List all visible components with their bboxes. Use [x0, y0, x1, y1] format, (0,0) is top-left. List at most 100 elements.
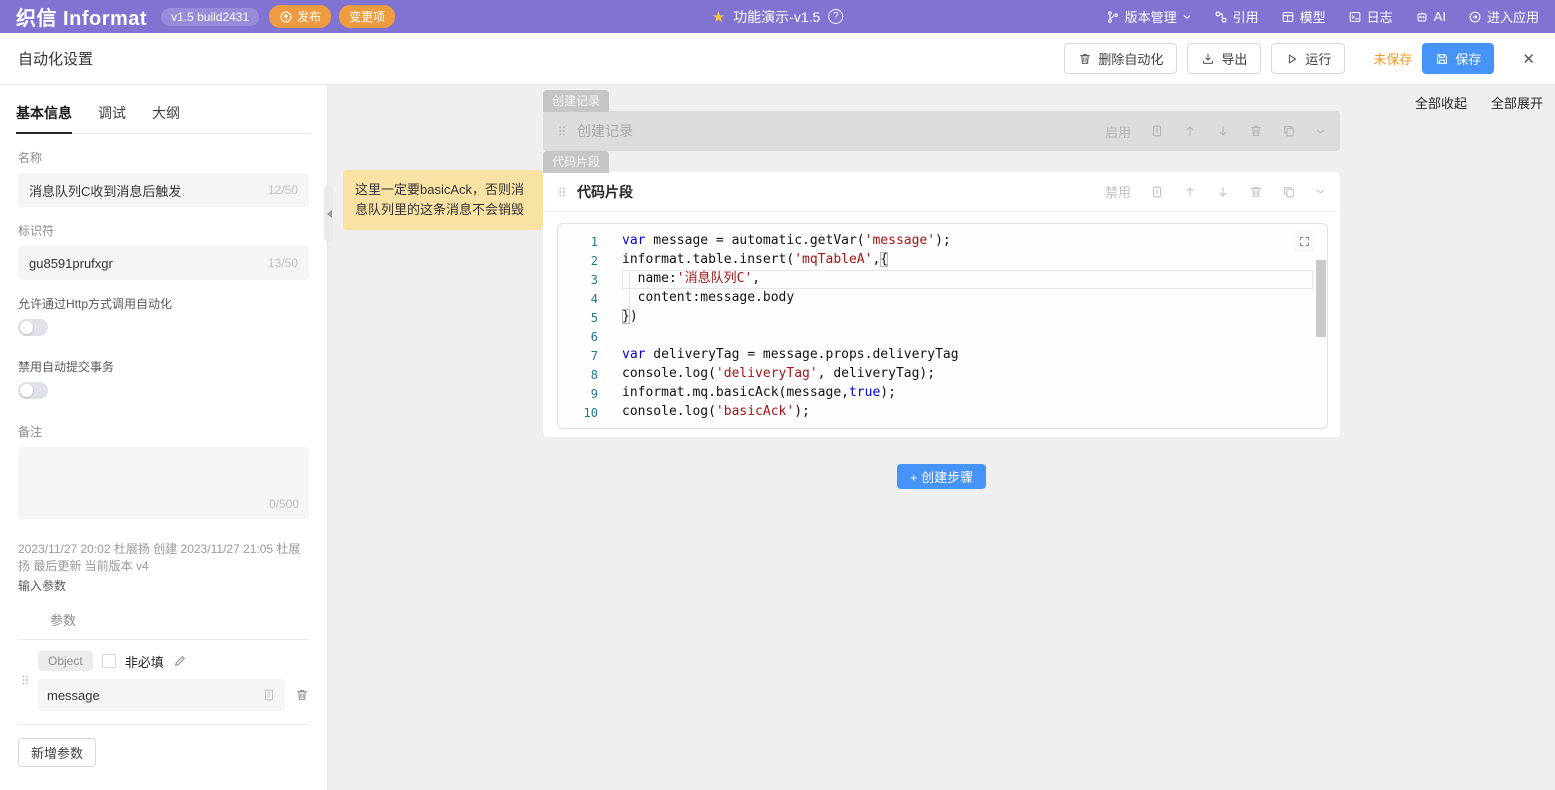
name-value: 消息队列C收到消息后触发: [29, 181, 268, 200]
identifier-counter: 13/50: [268, 256, 298, 270]
tab-outline[interactable]: 大纲: [152, 99, 180, 133]
http-toggle[interactable]: [18, 319, 48, 336]
code-line: 6: [558, 327, 1313, 346]
menu-models[interactable]: 模型: [1281, 7, 1326, 26]
drag-handle-icon[interactable]: [557, 124, 567, 138]
note-icon[interactable]: [1150, 124, 1164, 138]
param-name-input[interactable]: message: [38, 679, 285, 711]
trash-icon: [1078, 52, 1092, 66]
fullscreen-icon[interactable]: [1293, 230, 1315, 252]
tab-basic-info[interactable]: 基本信息: [16, 99, 72, 133]
help-icon[interactable]: ?: [828, 9, 843, 24]
identifier-input[interactable]: gu8591prufxgr 13/50: [18, 246, 309, 280]
http-toggle-label: 允许通过Http方式调用自动化: [18, 295, 309, 312]
step-header-code-snippet[interactable]: 代码片段 禁用: [543, 172, 1340, 212]
menu-logs[interactable]: 日志: [1348, 7, 1393, 26]
app-title-area: ★ 功能演示-v1.5 ?: [712, 7, 844, 27]
save-button[interactable]: 保存: [1422, 43, 1494, 74]
code-line: 5}): [558, 308, 1313, 327]
sidebar-tabs: 基本信息 调试 大纲: [16, 99, 311, 134]
delete-step-icon[interactable]: [1249, 185, 1263, 199]
run-button[interactable]: 运行: [1271, 43, 1345, 74]
menu-references[interactable]: 引用: [1214, 7, 1259, 26]
drag-handle-icon[interactable]: [20, 673, 30, 687]
identifier-label: 标识符: [18, 222, 309, 239]
cloud-upload-icon: [279, 10, 293, 24]
param-type-badge[interactable]: Object: [38, 651, 93, 671]
line-number: 1: [558, 232, 598, 251]
changes-label: 变更项: [349, 8, 385, 25]
annotation-note: 这里一定要basicAck，否则消息队列里的这条消息不会销毁: [343, 170, 543, 230]
copy-icon[interactable]: [1282, 185, 1296, 199]
enter-app-icon: [1468, 10, 1482, 24]
note-icon[interactable]: [1150, 185, 1164, 199]
step-title: 代码片段: [577, 182, 633, 202]
create-step-button[interactable]: + 创建步骤: [897, 464, 986, 489]
line-number: 6: [558, 327, 598, 346]
save-label: 保存: [1455, 49, 1481, 68]
optional-checkbox[interactable]: [102, 654, 116, 668]
move-up-icon[interactable]: [1183, 185, 1197, 199]
step-create-record: 创建记录 创建记录 启用: [543, 90, 1340, 151]
edit-icon[interactable]: [173, 654, 187, 668]
line-number: 8: [558, 365, 598, 384]
code-line: 4 content:message.body: [558, 289, 1313, 308]
save-icon: [1435, 52, 1449, 66]
tab-debug[interactable]: 调试: [98, 99, 126, 133]
line-content: }): [622, 308, 1313, 327]
line-content: informat.mq.basicAck(message,true);: [622, 384, 1313, 403]
ai-icon: [1415, 10, 1429, 24]
line-content: name:'消息队列C',: [622, 270, 1313, 289]
add-param-button[interactable]: 新增参数: [18, 738, 96, 767]
file-icon[interactable]: [262, 688, 276, 702]
move-down-icon[interactable]: [1216, 124, 1230, 138]
menu-ai[interactable]: AI: [1415, 9, 1446, 24]
remark-counter: 0/500: [269, 497, 299, 511]
branch-icon: [1106, 10, 1120, 24]
menu-label: 日志: [1367, 7, 1393, 26]
line-number: 7: [558, 346, 598, 365]
menu-enter-app[interactable]: 进入应用: [1468, 7, 1539, 26]
play-icon: [1285, 52, 1299, 66]
collapse-step-icon[interactable]: [1315, 186, 1326, 197]
collapse-all-link[interactable]: 全部收起: [1415, 93, 1467, 112]
line-number: 5: [558, 308, 598, 327]
expand-all-link[interactable]: 全部展开: [1491, 93, 1543, 112]
divider: [18, 724, 309, 725]
copy-icon[interactable]: [1282, 124, 1296, 138]
export-button[interactable]: 导出: [1187, 43, 1261, 74]
transaction-toggle[interactable]: [18, 382, 48, 399]
collapse-step-icon[interactable]: [1315, 126, 1326, 137]
download-icon: [1201, 52, 1215, 66]
table-icon: [1281, 10, 1295, 24]
close-icon[interactable]: ✕: [1522, 50, 1535, 68]
publish-button[interactable]: 发布: [269, 5, 331, 28]
move-up-icon[interactable]: [1183, 124, 1197, 138]
disable-toggle-link[interactable]: 禁用: [1105, 182, 1131, 201]
delete-param-icon[interactable]: [295, 688, 309, 702]
app-title: 功能演示-v1.5: [733, 7, 820, 27]
input-params-label: 输入参数: [18, 577, 309, 594]
run-label: 运行: [1305, 49, 1331, 68]
delete-step-icon[interactable]: [1249, 124, 1263, 138]
editor-scrollbar[interactable]: [1316, 260, 1326, 337]
code-editor[interactable]: 1var message = automatic.getVar('message…: [557, 223, 1328, 429]
params-section-header: 参数: [50, 610, 309, 629]
name-input[interactable]: 消息队列C收到消息后触发 12/50: [18, 173, 309, 207]
code-line: 3 name:'消息队列C',: [558, 270, 1313, 289]
step-header-create-record[interactable]: 创建记录 启用: [543, 111, 1340, 151]
drag-handle-icon[interactable]: [557, 185, 567, 199]
move-down-icon[interactable]: [1216, 185, 1230, 199]
changes-button[interactable]: 变更项: [339, 5, 395, 28]
sidebar-collapse-handle[interactable]: [324, 185, 333, 242]
menu-version-management[interactable]: 版本管理: [1106, 7, 1192, 26]
audit-meta: 2023/11/27 20:02 杜展扬 创建 2023/11/27 21:05…: [18, 541, 309, 575]
topbar-menu: 版本管理 引用 模型 日志 AI 进入应用: [1106, 7, 1539, 26]
enable-toggle-link[interactable]: 启用: [1105, 122, 1131, 141]
line-content: var deliveryTag = message.props.delivery…: [622, 346, 1313, 365]
remark-textarea[interactable]: 0/500: [18, 447, 309, 519]
app-logo: 织信 Informat: [16, 2, 147, 31]
line-content: console.log('deliveryTag', deliveryTag);: [622, 365, 1313, 384]
menu-label: 版本管理: [1125, 7, 1177, 26]
delete-automation-button[interactable]: 删除自动化: [1064, 43, 1177, 74]
